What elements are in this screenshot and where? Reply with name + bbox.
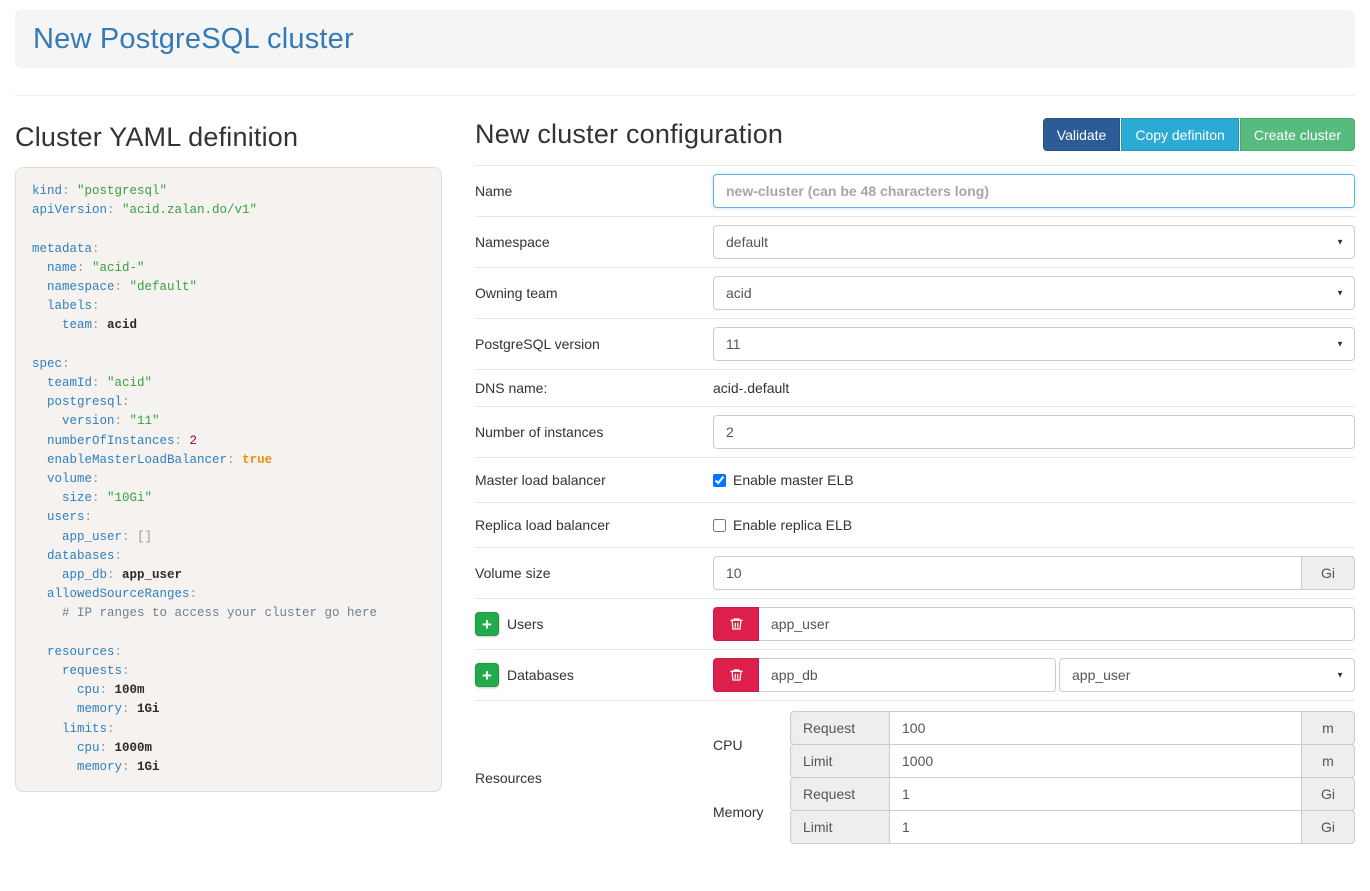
memory-request-addon: Request: [790, 777, 890, 811]
page-title: New PostgreSQL cluster: [33, 23, 354, 56]
database-owner-select[interactable]: app_user: [1059, 658, 1355, 692]
trash-icon: [729, 616, 744, 632]
cpu-limit-input[interactable]: [890, 744, 1302, 778]
instances-input[interactable]: [713, 415, 1355, 449]
cpu-limit-addon: Limit: [790, 744, 890, 778]
users-label: Users: [507, 614, 544, 634]
row-replica-lb: Replica load balancer Enable replica ELB: [475, 502, 1355, 547]
memory-limit-row: Limit Gi: [790, 810, 1355, 844]
user-name-input[interactable]: [759, 607, 1355, 641]
cpu-request-input[interactable]: [890, 711, 1302, 745]
action-button-group: Validate Copy definiton Create cluster: [1043, 118, 1355, 151]
cpu-request-addon: Request: [790, 711, 890, 745]
config-header: New cluster configuration Validate Copy …: [475, 118, 1355, 151]
page-container: New PostgreSQL cluster Cluster YAML defi…: [0, 10, 1370, 859]
row-dns-name: DNS name: acid-.default: [475, 369, 1355, 406]
main-content: Cluster YAML definition kind: "postgresq…: [15, 96, 1355, 859]
cpu-limit-row: Limit m: [790, 744, 1355, 778]
validate-button[interactable]: Validate: [1043, 118, 1121, 151]
row-databases: + Databases: [475, 649, 1355, 700]
users-label-group: + Users: [475, 612, 713, 636]
row-resources: Resources CPU Memory Request m: [475, 700, 1355, 859]
create-cluster-button[interactable]: Create cluster: [1240, 118, 1355, 151]
name-label: Name: [475, 181, 713, 201]
memory-limit-addon: Limit: [790, 810, 890, 844]
page-header: New PostgreSQL cluster: [15, 10, 1355, 68]
dns-name-value: acid-.default: [713, 380, 789, 396]
volume-size-label: Volume size: [475, 563, 713, 583]
cpu-request-row: Request m: [790, 711, 1355, 745]
master-elb-checkbox[interactable]: [713, 474, 726, 487]
row-instances: Number of instances: [475, 406, 1355, 457]
replica-elb-checkbox-label: Enable replica ELB: [733, 517, 852, 533]
pg-version-label: PostgreSQL version: [475, 334, 713, 354]
delete-database-button[interactable]: [713, 658, 759, 692]
cpu-label: CPU: [713, 711, 790, 778]
memory-request-row: Request Gi: [790, 777, 1355, 811]
yaml-code: kind: "postgresql"apiVersion: "acid.zala…: [32, 182, 425, 777]
yaml-heading: Cluster YAML definition: [15, 122, 442, 153]
row-users: + Users: [475, 598, 1355, 649]
resources-label: Resources: [475, 768, 713, 788]
replica-elb-checkbox-line: Enable replica ELB: [713, 517, 852, 533]
add-database-button[interactable]: +: [475, 663, 499, 687]
namespace-label: Namespace: [475, 232, 713, 252]
database-item: app_user ▼: [713, 658, 1355, 692]
user-item: [713, 607, 1355, 641]
volume-unit-addon: Gi: [1302, 556, 1355, 590]
delete-user-button[interactable]: [713, 607, 759, 641]
row-namespace: Namespace default ▼: [475, 216, 1355, 267]
name-input[interactable]: [713, 174, 1355, 208]
namespace-select[interactable]: default: [713, 225, 1355, 259]
row-pg-version: PostgreSQL version 11 ▼: [475, 318, 1355, 369]
resources-table: Request m Limit m Request: [790, 711, 1355, 845]
master-elb-checkbox-label: Enable master ELB: [733, 472, 854, 488]
owning-team-label: Owning team: [475, 283, 713, 303]
volume-size-input[interactable]: [713, 556, 1302, 590]
replica-elb-checkbox[interactable]: [713, 519, 726, 532]
cpu-limit-unit: m: [1302, 744, 1355, 778]
trash-icon: [729, 667, 744, 683]
memory-limit-input[interactable]: [890, 810, 1302, 844]
plus-icon: +: [482, 666, 492, 685]
dns-name-label: DNS name:: [475, 378, 713, 398]
copy-definition-button[interactable]: Copy definiton: [1121, 118, 1239, 151]
replica-lb-label: Replica load balancer: [475, 515, 713, 535]
databases-label-group: + Databases: [475, 663, 713, 687]
database-name-input[interactable]: [759, 658, 1056, 692]
resource-group-labels: CPU Memory: [713, 711, 790, 845]
pg-version-select[interactable]: 11: [713, 327, 1355, 361]
row-volume-size: Volume size Gi: [475, 547, 1355, 598]
owning-team-select[interactable]: acid: [713, 276, 1355, 310]
row-owning-team: Owning team acid ▼: [475, 267, 1355, 318]
memory-request-input[interactable]: [890, 777, 1302, 811]
yaml-definition-panel: kind: "postgresql"apiVersion: "acid.zala…: [15, 167, 442, 792]
memory-request-unit: Gi: [1302, 777, 1355, 811]
cpu-request-unit: m: [1302, 711, 1355, 745]
row-name: Name: [475, 165, 1355, 216]
memory-label: Memory: [713, 778, 790, 845]
config-column: New cluster configuration Validate Copy …: [475, 96, 1355, 859]
databases-label: Databases: [507, 665, 574, 685]
plus-icon: +: [482, 615, 492, 634]
row-master-lb: Master load balancer Enable master ELB: [475, 457, 1355, 502]
add-user-button[interactable]: +: [475, 612, 499, 636]
instances-label: Number of instances: [475, 422, 713, 442]
master-elb-checkbox-line: Enable master ELB: [713, 472, 854, 488]
yaml-column: Cluster YAML definition kind: "postgresq…: [15, 96, 442, 792]
master-lb-label: Master load balancer: [475, 470, 713, 490]
config-heading: New cluster configuration: [475, 119, 783, 150]
memory-limit-unit: Gi: [1302, 810, 1355, 844]
cluster-form: Name Namespace default ▼: [475, 165, 1355, 859]
